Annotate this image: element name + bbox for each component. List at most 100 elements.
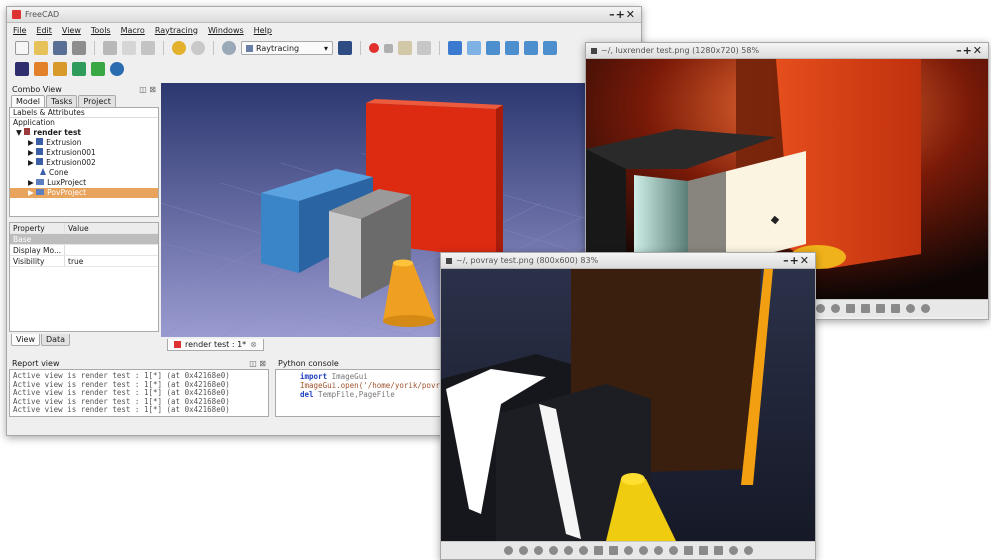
print-icon[interactable] bbox=[72, 41, 86, 55]
tree-item-extrusion001[interactable]: ▶ Extrusion001 bbox=[10, 148, 158, 158]
tab-view[interactable]: View bbox=[11, 334, 40, 346]
tree-item-extrusion[interactable]: ▶ Extrusion bbox=[10, 138, 158, 148]
whats-this-icon[interactable] bbox=[338, 41, 352, 55]
tree-item-luxproject[interactable]: ▶ LuxProject bbox=[10, 178, 158, 188]
menu-help[interactable]: Help bbox=[254, 26, 272, 35]
tab-project[interactable]: Project bbox=[78, 95, 116, 107]
delete-icon[interactable] bbox=[713, 546, 723, 555]
new-povray-project-icon[interactable] bbox=[15, 62, 29, 76]
gallery-icon[interactable] bbox=[668, 546, 678, 555]
delete-icon[interactable] bbox=[891, 304, 900, 313]
panel-close-icon[interactable]: ◫ ⊠ bbox=[249, 359, 266, 368]
workbench-selector[interactable]: Raytracing ▾ bbox=[241, 41, 333, 55]
rotate-right-icon[interactable] bbox=[548, 546, 558, 555]
save-image-icon[interactable] bbox=[861, 304, 870, 313]
tab-data[interactable]: Data bbox=[40, 334, 71, 346]
tree-item-cone[interactable]: Cone bbox=[10, 168, 158, 178]
rotate-left-icon[interactable] bbox=[533, 546, 543, 555]
save-image-icon[interactable] bbox=[683, 546, 693, 555]
stop-macro-icon[interactable] bbox=[384, 43, 393, 53]
window-controls[interactable]: –+✕ bbox=[956, 44, 983, 57]
red-panel-side bbox=[496, 105, 503, 259]
crop-icon[interactable] bbox=[653, 546, 663, 555]
settings-icon[interactable] bbox=[743, 546, 753, 555]
expand-arrow-icon[interactable]: ▶ bbox=[28, 158, 36, 167]
undo-icon[interactable] bbox=[172, 41, 186, 55]
menu-edit[interactable]: Edit bbox=[36, 26, 52, 35]
combo-tabs: Model Tasks Project bbox=[9, 95, 159, 107]
new-lux-project-icon[interactable] bbox=[34, 62, 48, 76]
insert-part-icon[interactable] bbox=[53, 62, 67, 76]
paste-icon[interactable] bbox=[141, 41, 155, 55]
zoom-out-icon[interactable] bbox=[578, 546, 588, 555]
reset-camera-icon[interactable] bbox=[72, 62, 86, 76]
top-view-icon[interactable] bbox=[505, 41, 519, 55]
close-tab-icon[interactable]: ⊗ bbox=[250, 340, 257, 349]
new-document-icon[interactable] bbox=[15, 41, 29, 55]
menu-windows[interactable]: Windows bbox=[208, 26, 244, 35]
menu-view[interactable]: View bbox=[62, 26, 81, 35]
tree-item-label: Extrusion bbox=[46, 138, 82, 147]
expand-arrow-icon[interactable]: ▼ bbox=[16, 128, 24, 137]
save-icon[interactable] bbox=[53, 41, 67, 55]
tab-model[interactable]: Model bbox=[11, 95, 46, 107]
document-tab[interactable]: render test : 1* ⊗ bbox=[167, 339, 264, 351]
run-macro-icon[interactable] bbox=[417, 41, 431, 55]
tree-item-extrusion002[interactable]: ▶ Extrusion002 bbox=[10, 158, 158, 168]
zoom-fit-icon[interactable] bbox=[593, 546, 603, 555]
menu-macro[interactable]: Macro bbox=[121, 26, 145, 35]
panel-close-icon[interactable]: ◫ ⊠ bbox=[139, 85, 156, 94]
property-value[interactable] bbox=[65, 245, 68, 255]
copy-icon[interactable] bbox=[122, 41, 136, 55]
cut-icon[interactable] bbox=[103, 41, 117, 55]
menu-file[interactable]: File bbox=[13, 26, 26, 35]
previous-icon[interactable] bbox=[503, 546, 513, 555]
expand-arrow-icon[interactable]: ▶ bbox=[28, 188, 36, 197]
fit-window-icon[interactable] bbox=[698, 546, 708, 555]
left-view-icon[interactable] bbox=[543, 41, 557, 55]
menu-raytracing[interactable]: Raytracing bbox=[155, 26, 198, 35]
mirror-icon[interactable] bbox=[638, 546, 648, 555]
zoom-out-icon[interactable] bbox=[831, 304, 840, 313]
window-controls[interactable]: –+✕ bbox=[609, 8, 636, 21]
property-row[interactable]: Display Mo... bbox=[10, 245, 158, 256]
fit-window-icon[interactable] bbox=[876, 304, 885, 313]
expand-arrow-icon[interactable]: ▶ bbox=[28, 148, 36, 157]
refresh-icon[interactable] bbox=[222, 41, 236, 55]
edit-macro-icon[interactable] bbox=[398, 41, 412, 55]
zoom-in-icon[interactable] bbox=[816, 304, 825, 313]
property-header: Property Value bbox=[10, 223, 158, 234]
tree-document[interactable]: ▼ render test bbox=[10, 128, 158, 138]
export-project-icon[interactable] bbox=[91, 62, 105, 76]
cone-base bbox=[383, 315, 435, 327]
tree-item-povproject[interactable]: ▶ PovProject bbox=[10, 188, 158, 198]
settings-icon[interactable] bbox=[921, 304, 930, 313]
toolbar-separator bbox=[360, 41, 361, 55]
window-menu-icon[interactable] bbox=[446, 257, 452, 264]
next-icon[interactable] bbox=[518, 546, 528, 555]
gallery-icon[interactable] bbox=[846, 304, 855, 313]
redo-icon[interactable] bbox=[191, 41, 205, 55]
front-view-icon[interactable] bbox=[486, 41, 500, 55]
model-tree: Labels & Attributes Application ▼ render… bbox=[9, 107, 159, 217]
expand-arrow-icon[interactable]: ▶ bbox=[28, 178, 36, 187]
edit-icon[interactable] bbox=[728, 546, 738, 555]
right-view-icon[interactable] bbox=[524, 41, 538, 55]
open-folder-icon[interactable] bbox=[34, 41, 48, 55]
window-menu-icon[interactable] bbox=[591, 47, 597, 54]
fullscreen-icon[interactable] bbox=[608, 546, 618, 555]
zoom-in-icon[interactable] bbox=[563, 546, 573, 555]
property-row[interactable]: Visibility true bbox=[10, 256, 158, 267]
window-controls[interactable]: –+✕ bbox=[783, 254, 810, 267]
luxrender-titlebar: ~/, luxrender test.png (1280x720) 58% –+… bbox=[586, 43, 988, 59]
expand-arrow-icon[interactable]: ▶ bbox=[28, 138, 36, 147]
menu-tools[interactable]: Tools bbox=[91, 26, 111, 35]
axonometric-view-icon[interactable] bbox=[467, 41, 481, 55]
tab-tasks[interactable]: Tasks bbox=[46, 95, 78, 107]
render-icon[interactable] bbox=[110, 62, 124, 76]
fit-all-icon[interactable] bbox=[448, 41, 462, 55]
flip-icon[interactable] bbox=[623, 546, 633, 555]
edit-icon[interactable] bbox=[906, 304, 915, 313]
property-value[interactable]: true bbox=[65, 256, 83, 266]
record-macro-icon[interactable] bbox=[369, 43, 379, 53]
